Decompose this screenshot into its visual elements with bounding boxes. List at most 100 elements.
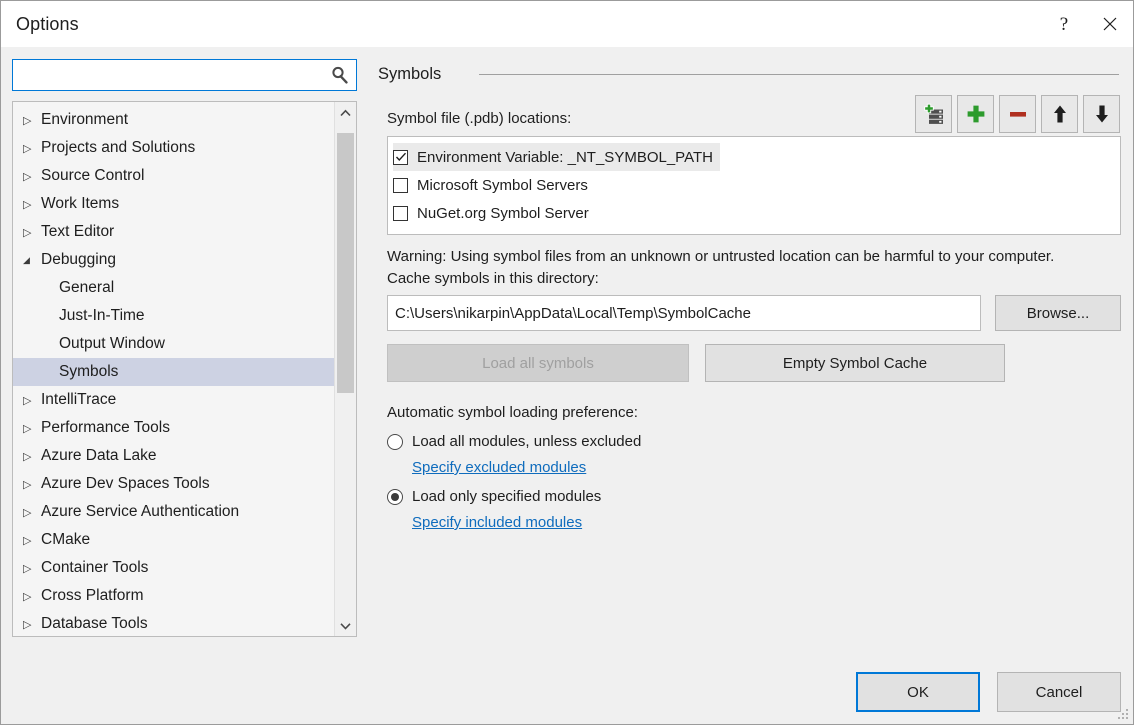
tree-item-label: Source Control: [41, 167, 144, 185]
loading-preference-label: Automatic symbol loading preference:: [387, 404, 1121, 421]
radio-load-all-modules[interactable]: Load all modules, unless excluded: [387, 433, 641, 450]
scroll-down-button[interactable]: [335, 615, 356, 636]
chevron-collapsed-icon[interactable]: ▷: [23, 142, 41, 155]
move-down-button[interactable]: [1083, 95, 1120, 133]
tree-item-debugging[interactable]: ◢Debugging: [13, 246, 335, 274]
chevron-collapsed-icon[interactable]: ▷: [23, 394, 41, 407]
tree-item-label: Database Tools: [41, 615, 148, 633]
radio-button-circle: [387, 489, 403, 505]
checkbox-unchecked-icon[interactable]: [393, 206, 408, 221]
move-up-button[interactable]: [1041, 95, 1078, 133]
chevron-collapsed-icon[interactable]: ▷: [23, 506, 41, 519]
symbol-location-row[interactable]: Environment Variable: _NT_SYMBOL_PATH: [393, 143, 720, 171]
chevron-collapsed-icon[interactable]: ▷: [23, 422, 41, 435]
tree-item-text-editor[interactable]: ▷Text Editor: [13, 218, 335, 246]
chevron-collapsed-icon[interactable]: ▷: [23, 170, 41, 183]
radio-button-circle: [387, 434, 403, 450]
tree-item-output-window[interactable]: ▷Output Window: [13, 330, 335, 358]
browse-button[interactable]: Browse...: [995, 295, 1121, 331]
scrollbar-thumb[interactable]: [337, 133, 354, 393]
specify-excluded-modules-link[interactable]: Specify excluded modules: [412, 459, 586, 476]
symbol-locations-toolbar: [915, 95, 1120, 133]
chevron-collapsed-icon[interactable]: ▷: [23, 198, 41, 211]
search-input[interactable]: [13, 60, 356, 90]
arrow-down-icon: [1091, 103, 1113, 125]
scrollbar-track[interactable]: [335, 123, 356, 615]
tree-item-azure-dev-spaces-tools[interactable]: ▷Azure Dev Spaces Tools: [13, 470, 335, 498]
chevron-collapsed-icon[interactable]: ▷: [23, 450, 41, 463]
symbol-location-row[interactable]: Microsoft Symbol Servers: [393, 171, 595, 199]
tree-item-cmake[interactable]: ▷CMake: [13, 526, 335, 554]
tree-item-list: ▷Environment▷Projects and Solutions▷Sour…: [13, 102, 335, 636]
ok-button[interactable]: OK: [856, 672, 980, 712]
search-box[interactable]: [12, 59, 357, 91]
tree-item-cross-platform[interactable]: ▷Cross Platform: [13, 582, 335, 610]
add-button[interactable]: [957, 95, 994, 133]
title-bar: Options ?: [1, 1, 1133, 47]
chevron-collapsed-icon[interactable]: ▷: [23, 478, 41, 491]
close-button[interactable]: [1087, 1, 1133, 47]
symbol-location-label: NuGet.org Symbol Server: [417, 205, 589, 222]
tree-item-label: Output Window: [59, 335, 165, 353]
checkbox-checked-icon[interactable]: [393, 150, 408, 165]
cache-directory-input[interactable]: [387, 295, 981, 331]
tree-item-just-in-time[interactable]: ▷Just-In-Time: [13, 302, 335, 330]
radio-dot: [391, 493, 399, 501]
tree-item-label: Azure Service Authentication: [41, 503, 239, 521]
resize-grip[interactable]: [1117, 708, 1130, 721]
resize-grip-icon: [1117, 708, 1130, 721]
dialog-body: ▷Environment▷Projects and Solutions▷Sour…: [1, 47, 1133, 724]
remove-button[interactable]: [999, 95, 1036, 133]
tree-item-label: Projects and Solutions: [41, 139, 195, 157]
tree-item-azure-service-authentication[interactable]: ▷Azure Service Authentication: [13, 498, 335, 526]
tree-item-label: IntelliTrace: [41, 391, 116, 409]
cache-directory-row: Browse...: [387, 295, 1121, 331]
server-add-icon: [923, 103, 945, 125]
options-dialog: Options ?: [0, 0, 1134, 725]
tree-item-label: Work Items: [41, 195, 119, 213]
tree-item-database-tools[interactable]: ▷Database Tools: [13, 610, 335, 636]
checkbox-unchecked-icon[interactable]: [393, 178, 408, 193]
load-all-symbols-button[interactable]: Load all symbols: [387, 344, 689, 382]
tree-item-container-tools[interactable]: ▷Container Tools: [13, 554, 335, 582]
cache-directory-label: Cache symbols in this directory:: [387, 270, 1121, 287]
window-title: Options: [16, 14, 79, 35]
plus-icon: [965, 103, 987, 125]
chevron-collapsed-icon[interactable]: ▷: [23, 226, 41, 239]
tree-item-general[interactable]: ▷General: [13, 274, 335, 302]
panel-header: Symbols: [378, 59, 1121, 89]
tree-item-label: Debugging: [41, 251, 116, 269]
tree-item-label: Just-In-Time: [59, 307, 145, 325]
tree-item-label: Environment: [41, 111, 128, 129]
tree-scrollbar[interactable]: [334, 102, 356, 636]
radio-load-specified-modules[interactable]: Load only specified modules: [387, 488, 601, 505]
chevron-collapsed-icon[interactable]: ▷: [23, 114, 41, 127]
tree-item-intellitrace[interactable]: ▷IntelliTrace: [13, 386, 335, 414]
tree-item-environment[interactable]: ▷Environment: [13, 106, 335, 134]
scroll-up-button[interactable]: [335, 102, 356, 123]
chevron-collapsed-icon[interactable]: ▷: [23, 534, 41, 547]
tree-item-azure-data-lake[interactable]: ▷Azure Data Lake: [13, 442, 335, 470]
chevron-collapsed-icon[interactable]: ▷: [23, 562, 41, 575]
tree-item-performance-tools[interactable]: ▷Performance Tools: [13, 414, 335, 442]
tree-item-label: Performance Tools: [41, 419, 170, 437]
chevron-collapsed-icon[interactable]: ▷: [23, 618, 41, 631]
tree-item-projects-and-solutions[interactable]: ▷Projects and Solutions: [13, 134, 335, 162]
settings-pane: Symbols Symbol file (.pdb) locations:: [378, 59, 1121, 724]
empty-symbol-cache-button[interactable]: Empty Symbol Cache: [705, 344, 1005, 382]
tree-item-work-items[interactable]: ▷Work Items: [13, 190, 335, 218]
tree-item-label: General: [59, 279, 114, 297]
chevron-collapsed-icon[interactable]: ▷: [23, 590, 41, 603]
cancel-button[interactable]: Cancel: [997, 672, 1121, 712]
chevron-expanded-icon[interactable]: ◢: [23, 255, 41, 266]
symbol-locations-list[interactable]: Environment Variable: _NT_SYMBOL_PATHMic…: [387, 136, 1121, 235]
excluded-modules-link-row: Specify excluded modules: [412, 459, 1121, 476]
help-button[interactable]: ?: [1041, 1, 1087, 47]
radio-load-specified-modules-label: Load only specified modules: [412, 488, 601, 505]
specify-included-modules-link[interactable]: Specify included modules: [412, 514, 582, 531]
new-symbol-location-button[interactable]: [915, 95, 952, 133]
tree-item-symbols[interactable]: ▷Symbols: [13, 358, 335, 386]
symbol-location-row[interactable]: NuGet.org Symbol Server: [393, 199, 596, 227]
tree-item-source-control[interactable]: ▷Source Control: [13, 162, 335, 190]
chevron-down-icon: [340, 622, 351, 630]
